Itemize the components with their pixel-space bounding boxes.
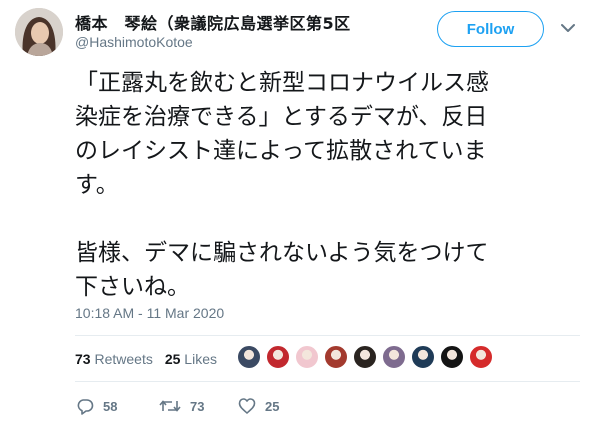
liker-avatar[interactable]	[266, 345, 290, 369]
retweet-icon	[159, 400, 181, 412]
chevron-down-icon[interactable]	[561, 23, 575, 33]
likes-count: 25	[164, 351, 181, 367]
retweets-stat[interactable]: 73 Retweets	[75, 351, 153, 367]
liker-avatar[interactable]	[295, 345, 319, 369]
avatar[interactable]	[15, 8, 63, 56]
likes-label: Likes	[184, 351, 217, 367]
heart-icon	[238, 398, 256, 414]
reply-button[interactable]: 58	[76, 397, 136, 415]
tweet-timestamp[interactable]: 10:18 AM - 11 Mar 2020	[75, 305, 224, 321]
liker-avatar[interactable]	[411, 345, 435, 369]
divider	[75, 335, 580, 336]
liker-avatar[interactable]	[440, 345, 464, 369]
liker-avatar[interactable]	[324, 345, 348, 369]
reply-icon	[77, 399, 94, 415]
like-count: 25	[265, 399, 280, 414]
author-handle[interactable]: @HashimotoKotoe	[75, 34, 193, 50]
retweets-count: 73	[75, 351, 91, 367]
liker-avatar[interactable]	[237, 345, 261, 369]
engagement-stats: 73 Retweets 25 Likes	[75, 351, 229, 367]
retweet-button[interactable]: 73	[159, 397, 219, 415]
reply-count: 58	[103, 399, 118, 414]
divider	[75, 381, 580, 382]
tweet-card: 橋本 琴絵（衆議院広島選挙区第5区 @HashimotoKotoe Follow…	[0, 0, 601, 427]
liker-avatar[interactable]	[353, 345, 377, 369]
like-button[interactable]: 25	[238, 397, 298, 415]
liker-avatar[interactable]	[469, 345, 493, 369]
tweet-text: 「正露丸を飲むと新型コロナウイルス感 染症を治療できる」とするデマが、反日 のレ…	[75, 70, 489, 300]
retweet-count: 73	[190, 399, 205, 414]
follow-button[interactable]: Follow	[437, 11, 544, 47]
likes-stat[interactable]: 25 Likes	[165, 351, 217, 367]
liker-avatar[interactable]	[382, 345, 406, 369]
author-name[interactable]: 橋本 琴絵（衆議院広島選挙区第5区	[75, 10, 351, 34]
retweets-label: Retweets	[94, 351, 153, 367]
